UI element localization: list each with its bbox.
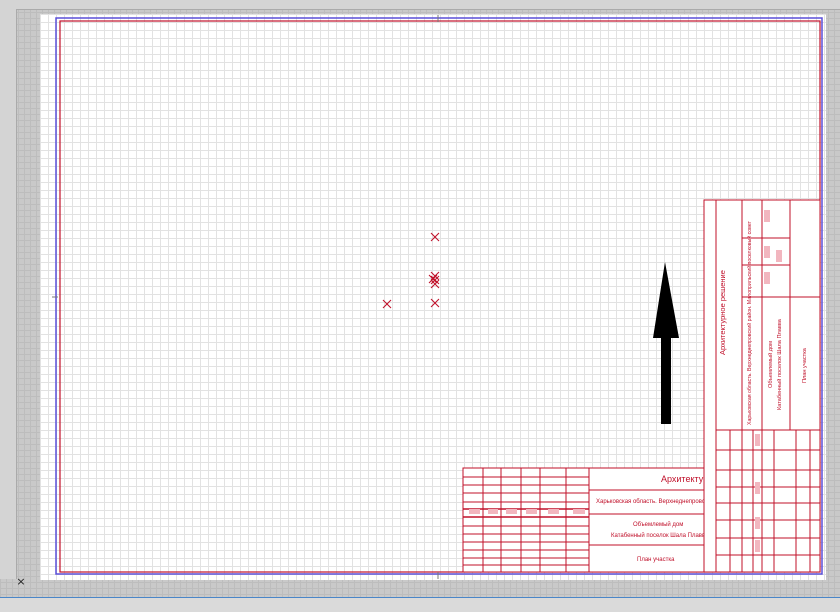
- side-block-address: Харьковская область. Верхнеднепровский р…: [746, 220, 753, 425]
- north-arrow-icon: [653, 262, 679, 424]
- title-block-object-line2: Катабенный поселок Шала Плавва: [611, 532, 709, 539]
- status-bar: [0, 597, 840, 612]
- close-button[interactable]: ×: [15, 576, 27, 588]
- x-marker-icon[interactable]: [430, 298, 440, 308]
- point-markers: [382, 232, 440, 309]
- side-block-object-line1: Объемлемый дом: [767, 341, 774, 388]
- title-block-object-line1: Объемлемый дом: [633, 521, 683, 528]
- side-block-sheet-name: План участка: [802, 347, 808, 383]
- drawing-canvas[interactable]: Архитектурная Харьковская область. Верхн…: [0, 0, 840, 611]
- x-marker-icon[interactable]: [430, 232, 440, 242]
- side-block-object-line2: Катабенный поселок Шала Плавва: [776, 318, 783, 410]
- x-marker-icon[interactable]: [382, 299, 392, 309]
- title-block-side: [703, 199, 821, 573]
- title-block-sheet-name: План участка: [637, 557, 675, 563]
- side-block-project-title: Архитектурное решение: [718, 270, 727, 355]
